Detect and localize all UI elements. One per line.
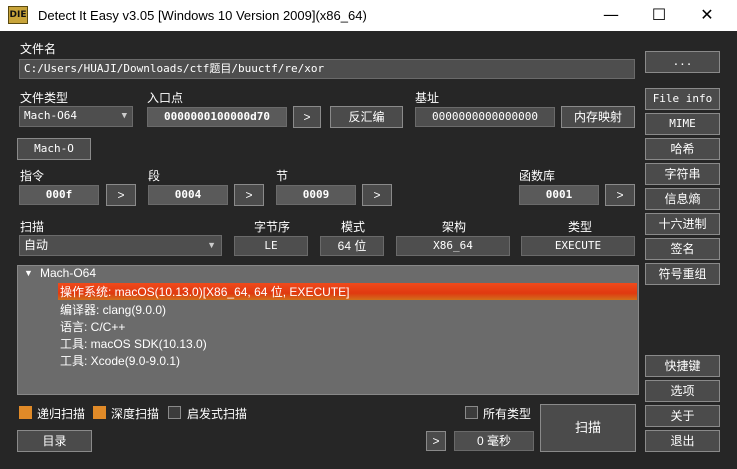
heuristic-scan-label: 启发式扫描 bbox=[187, 407, 248, 421]
hash-button[interactable]: 哈希 bbox=[645, 138, 720, 160]
hex-button[interactable]: 十六进制 bbox=[645, 213, 720, 235]
libraries-label: 函数库 bbox=[519, 169, 556, 183]
tree-expander-icon[interactable]: ▼ bbox=[24, 268, 33, 278]
file-path-field[interactable]: C:/Users/HUAJI/Downloads/ctf题目/buuctf/re… bbox=[19, 59, 635, 79]
architecture-label: 架构 bbox=[442, 220, 467, 234]
scan-label: 扫描 bbox=[20, 220, 45, 234]
browse-button[interactable]: ... bbox=[645, 51, 720, 73]
disassemble-button[interactable]: 反汇编 bbox=[330, 106, 403, 128]
directory-button[interactable]: 目录 bbox=[17, 430, 92, 452]
close-button[interactable]: ✕ bbox=[684, 2, 730, 29]
scan-button[interactable]: 扫描 bbox=[540, 404, 636, 452]
exit-button[interactable]: 退出 bbox=[645, 430, 720, 452]
demangle-button[interactable]: 符号重组 bbox=[645, 263, 720, 285]
tree-item-compiler[interactable]: 编译器: clang(9.0.0) bbox=[60, 301, 166, 318]
file-type-select[interactable]: Mach-O64 ▼ bbox=[19, 106, 133, 127]
type-field[interactable]: EXECUTE bbox=[521, 236, 635, 256]
commands-go-button[interactable]: > bbox=[106, 184, 136, 206]
deep-scan-label: 深度扫描 bbox=[111, 407, 160, 421]
sections-go-button[interactable]: > bbox=[362, 184, 392, 206]
segments-label: 段 bbox=[148, 169, 161, 183]
memory-map-button[interactable]: 内存映射 bbox=[561, 106, 635, 128]
maximize-button[interactable]: ☐ bbox=[636, 2, 682, 29]
file-info-button[interactable]: File info bbox=[645, 88, 720, 110]
segments-go-button[interactable]: > bbox=[234, 184, 264, 206]
tree-item-language[interactable]: 语言: C/C++ bbox=[60, 318, 125, 335]
libraries-field[interactable]: 0001 bbox=[519, 185, 599, 205]
sections-label: 节 bbox=[276, 169, 289, 183]
about-button[interactable]: 关于 bbox=[645, 405, 720, 427]
recursive-scan-checkbox[interactable] bbox=[19, 406, 32, 419]
die-window: DIE Detect It Easy v3.05 [Windows 10 Ver… bbox=[0, 0, 737, 469]
all-types-label: 所有类型 bbox=[483, 407, 532, 421]
endianness-field[interactable]: LE bbox=[234, 236, 308, 256]
mach-o-button[interactable]: Mach-O bbox=[17, 138, 91, 160]
segments-field[interactable]: 0004 bbox=[148, 185, 228, 205]
entropy-button[interactable]: 信息熵 bbox=[645, 188, 720, 210]
mode-field[interactable]: 64 位 bbox=[320, 236, 384, 256]
sections-field[interactable]: 0009 bbox=[276, 185, 356, 205]
architecture-field[interactable]: X86_64 bbox=[396, 236, 510, 256]
libraries-go-button[interactable]: > bbox=[605, 184, 635, 206]
file-name-label: 文件名 bbox=[20, 42, 57, 56]
next-button[interactable]: > bbox=[426, 431, 446, 451]
entry-point-label: 入口点 bbox=[147, 91, 184, 105]
heuristic-scan-checkbox[interactable] bbox=[168, 406, 181, 419]
elapsed-time-field: 0 毫秒 bbox=[454, 431, 534, 451]
minimize-button[interactable]: — bbox=[588, 2, 634, 29]
all-types-checkbox[interactable] bbox=[465, 406, 478, 419]
base-address-field[interactable]: 0000000000000000 bbox=[415, 107, 555, 127]
window-title: Detect It Easy v3.05 [Windows 10 Version… bbox=[38, 8, 367, 23]
results-tree[interactable]: ▼ Mach-O64 操作系统: macOS(10.13.0)[X86_64, … bbox=[17, 265, 639, 395]
base-address-label: 基址 bbox=[415, 91, 440, 105]
entry-point-field[interactable]: 0000000100000d70 bbox=[147, 107, 287, 127]
chevron-down-icon: ▼ bbox=[207, 240, 216, 250]
commands-field[interactable]: 000f bbox=[19, 185, 99, 205]
file-type-label: 文件类型 bbox=[20, 91, 69, 105]
deep-scan-checkbox[interactable] bbox=[93, 406, 106, 419]
chevron-down-icon: ▼ bbox=[121, 111, 127, 121]
tree-item-tool-sdk[interactable]: 工具: macOS SDK(10.13.0) bbox=[60, 335, 207, 352]
file-type-value: Mach-O64 bbox=[24, 109, 77, 122]
recursive-scan-label: 递归扫描 bbox=[37, 407, 86, 421]
tree-item-tool-xcode[interactable]: 工具: Xcode(9.0-9.0.1) bbox=[60, 352, 180, 369]
shortcuts-button[interactable]: 快捷键 bbox=[645, 355, 720, 377]
strings-button[interactable]: 字符串 bbox=[645, 163, 720, 185]
options-button[interactable]: 选项 bbox=[645, 380, 720, 402]
endianness-label: 字节序 bbox=[254, 220, 291, 234]
scan-mode-select[interactable]: 自动 ▼ bbox=[19, 235, 222, 256]
commands-label: 指令 bbox=[20, 169, 45, 183]
die-logo-icon: DIE bbox=[8, 6, 28, 24]
type-label: 类型 bbox=[568, 220, 593, 234]
mode-label: 模式 bbox=[341, 220, 366, 234]
mime-button[interactable]: MIME bbox=[645, 113, 720, 135]
entry-point-go-button[interactable]: > bbox=[293, 106, 321, 128]
scan-mode-value: 自动 bbox=[24, 238, 49, 252]
tree-root-item[interactable]: Mach-O64 bbox=[40, 266, 96, 280]
signatures-button[interactable]: 签名 bbox=[645, 238, 720, 260]
tree-item-os[interactable]: 操作系统: macOS(10.13.0)[X86_64, 64 位, EXECU… bbox=[60, 283, 349, 300]
title-bar: DIE Detect It Easy v3.05 [Windows 10 Ver… bbox=[0, 0, 737, 31]
